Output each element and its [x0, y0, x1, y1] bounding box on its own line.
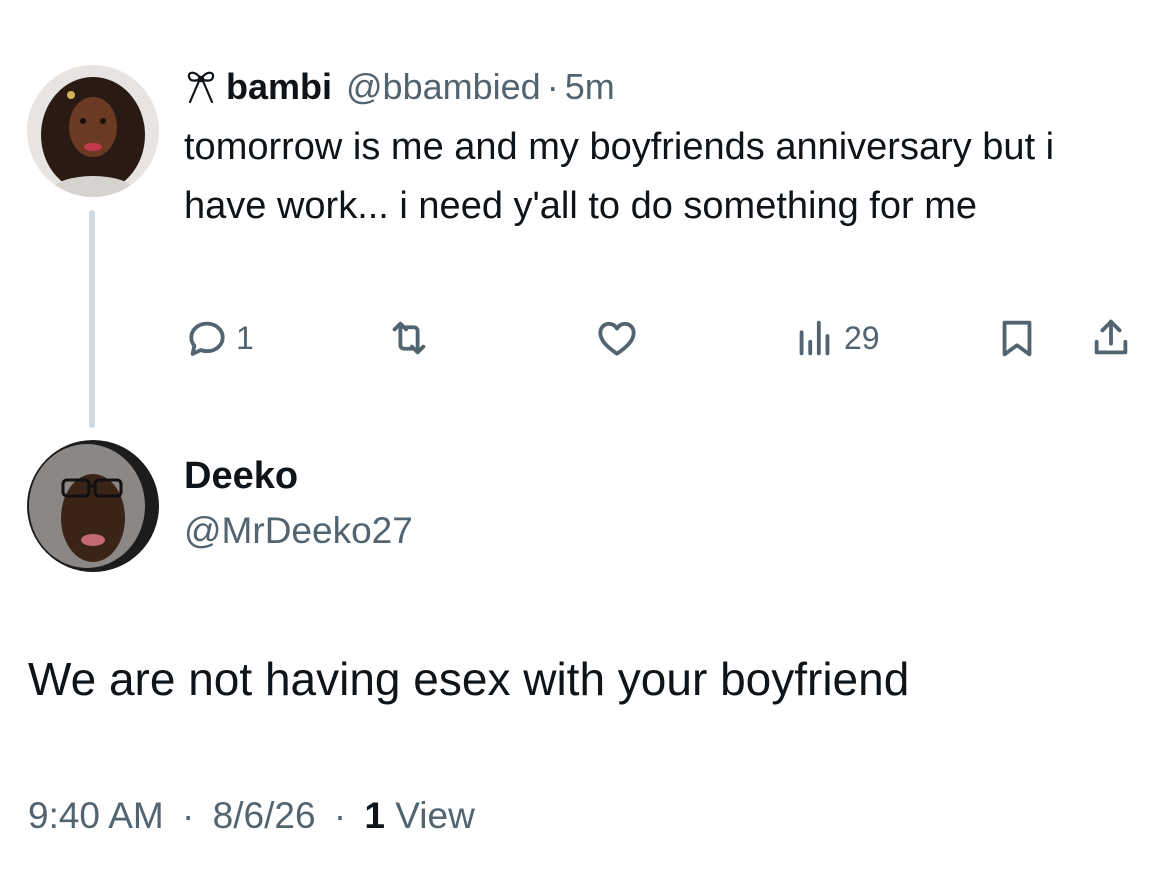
reply-views-label: View	[395, 795, 475, 836]
share-button[interactable]	[1088, 310, 1134, 366]
parent-tweet-age[interactable]: 5m	[565, 66, 615, 108]
reply-tweet-text: We are not having esex with your boyfrie…	[28, 653, 910, 705]
header-separator: ·	[546, 66, 559, 107]
reply-views-count: 1	[364, 795, 385, 836]
reply-display-name[interactable]: Deeko	[184, 455, 298, 498]
bookmark-button[interactable]	[994, 310, 1040, 366]
reply-button[interactable]: 1	[184, 310, 254, 366]
avatar-deeko[interactable]	[27, 440, 159, 572]
retweet-icon	[392, 321, 426, 355]
views-count: 29	[844, 319, 880, 356]
parent-tweet-header: bambi @bbambied · 5m	[184, 62, 615, 112]
retweet-button[interactable]	[386, 310, 432, 366]
views-chart-icon	[799, 320, 830, 356]
reply-icon	[189, 321, 225, 356]
bookmark-icon	[1002, 320, 1032, 357]
views-button[interactable]: 29	[792, 310, 880, 366]
meta-separator: ·	[333, 795, 347, 836]
heart-icon	[598, 321, 636, 356]
reply-meta: 9:40 AM · 8/6/26 · 1 View	[28, 795, 475, 837]
reply-time[interactable]: 9:40 AM	[28, 795, 164, 836]
like-button[interactable]	[594, 310, 640, 366]
reply-count: 1	[236, 319, 254, 356]
reply-handle[interactable]: @MrDeeko27	[184, 510, 413, 552]
share-icon	[1094, 319, 1128, 355]
parent-display-name[interactable]: bambi	[226, 66, 332, 108]
bow-icon	[187, 71, 215, 104]
parent-tweet-text: tomorrow is me and my boyfriends anniver…	[184, 126, 1055, 227]
avatar-bambi[interactable]	[27, 65, 159, 197]
parent-handle[interactable]: @bbambied	[346, 66, 541, 108]
meta-separator: ·	[182, 795, 195, 836]
parent-action-bar: 1 29	[0, 310, 1170, 366]
reply-date[interactable]: 8/6/26	[213, 795, 316, 836]
